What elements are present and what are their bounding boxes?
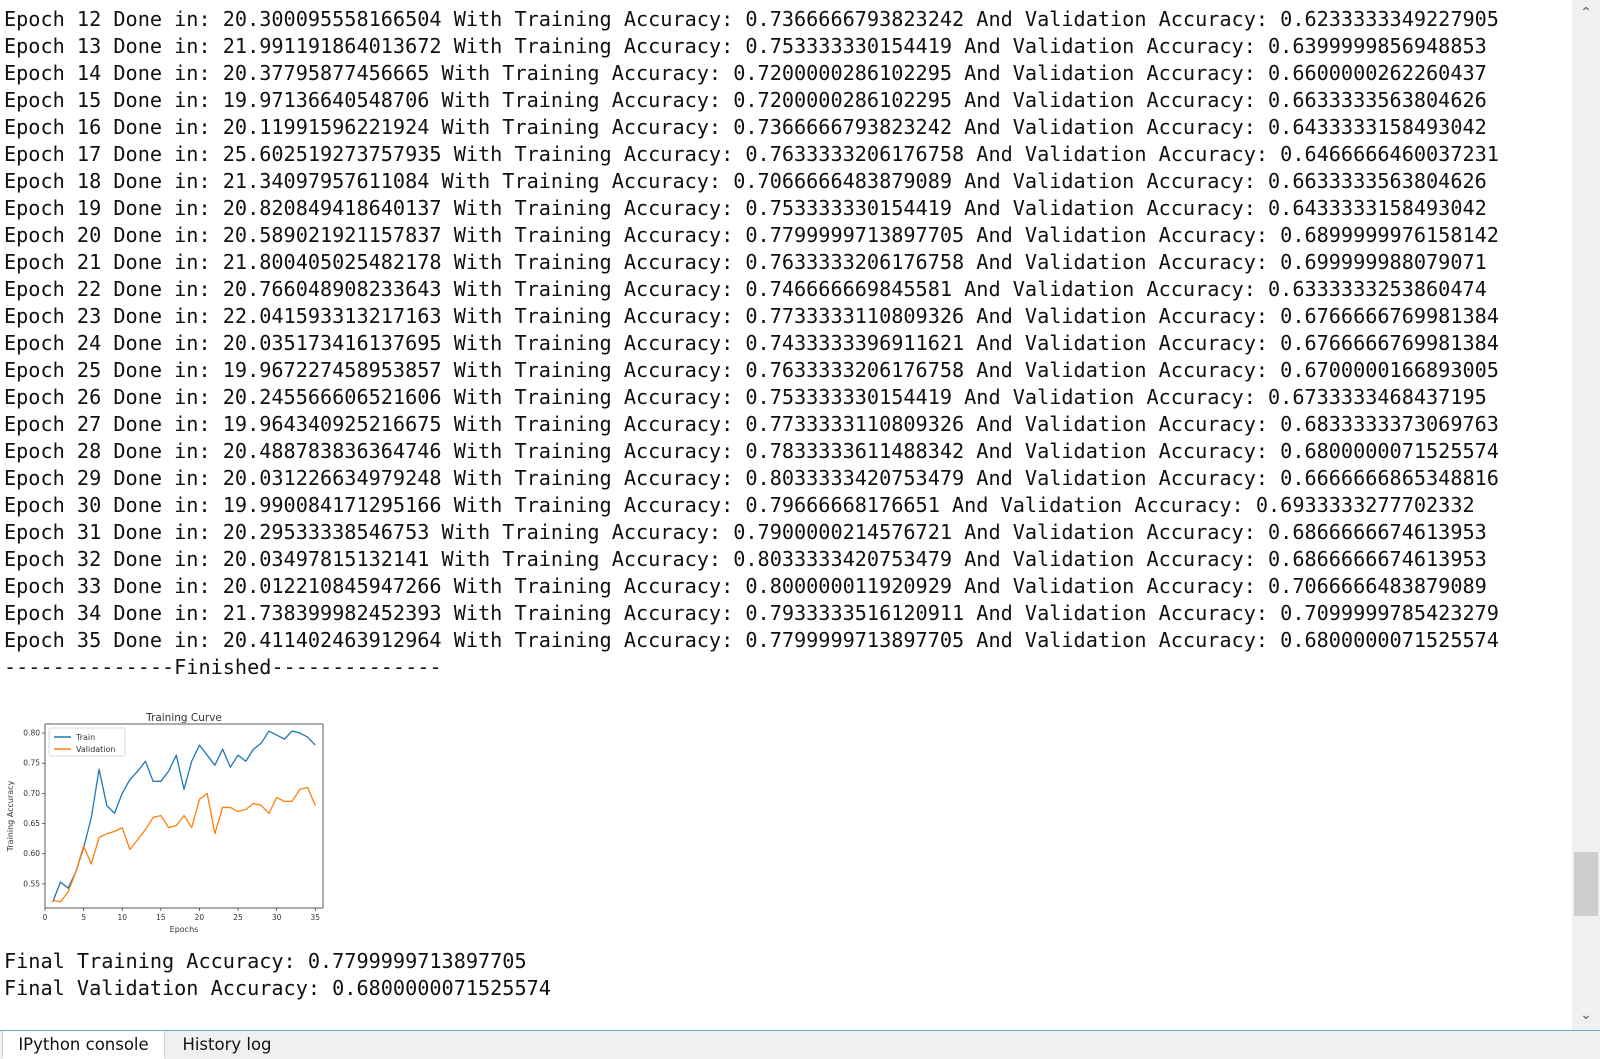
final-results: Final Training Accuracy: 0.7799999713897…	[4, 948, 804, 1002]
x-tick-label: 0	[43, 913, 48, 922]
epoch-line: Epoch 21 Done in: 21.800405025482178 Wit…	[4, 250, 1487, 274]
epoch-line: Epoch 35 Done in: 20.411402463912964 Wit…	[4, 628, 1499, 652]
bottom-tab-bar: IPython console History log	[0, 1030, 1600, 1059]
epoch-line: Epoch 19 Done in: 20.820849418640137 Wit…	[4, 196, 1487, 220]
finished-line: --------------Finished--------------	[4, 655, 442, 679]
final-training-accuracy: Final Training Accuracy: 0.7799999713897…	[4, 949, 527, 973]
chart-title: Training Curve	[145, 712, 222, 724]
tab-history-log[interactable]: History log	[167, 1031, 287, 1059]
epoch-line: Epoch 14 Done in: 20.37795877456665 With…	[4, 61, 1487, 85]
x-tick-label: 20	[195, 913, 205, 922]
y-tick-label: 0.55	[23, 879, 40, 888]
y-tick-label: 0.80	[23, 729, 40, 738]
training-curve-svg: Training Curve 0 5 10 15 20 25 30 35 0.55 0.60 0.65…	[6, 712, 324, 934]
epoch-line: Epoch 16 Done in: 20.11991596221924 With…	[4, 115, 1487, 139]
y-tick-label: 0.65	[23, 819, 40, 828]
final-validation-accuracy: Final Validation Accuracy: 0.68000000715…	[4, 976, 551, 1000]
epoch-line: Epoch 27 Done in: 19.964340925216675 Wit…	[4, 412, 1499, 436]
epoch-line: Epoch 22 Done in: 20.766048908233643 Wit…	[4, 277, 1487, 301]
epoch-line: Epoch 31 Done in: 20.29533338546753 With…	[4, 520, 1487, 544]
y-tick-label: 0.70	[23, 789, 40, 798]
scroll-down-icon[interactable]: ⌄	[1572, 1002, 1600, 1028]
epoch-line: Epoch 18 Done in: 21.34097957611084 With…	[4, 169, 1487, 193]
series-line-validation	[52, 786, 316, 903]
epoch-log: Epoch 12 Done in: 20.300095558166504 Wit…	[4, 6, 1572, 681]
x-tick-label: 25	[233, 913, 243, 922]
y-tick-label: 0.60	[23, 849, 40, 858]
epoch-line: Epoch 15 Done in: 19.97136640548706 With…	[4, 88, 1487, 112]
ipython-console-output[interactable]: Epoch 12 Done in: 20.300095558166504 Wit…	[0, 0, 1572, 1030]
training-curve-plot: Training Curve 0 5 10 15 20 25 30 35 0.55 0.60 0.65…	[4, 712, 334, 944]
y-tick-label: 0.75	[23, 759, 40, 768]
epoch-line: Epoch 26 Done in: 20.245566606521606 Wit…	[4, 385, 1487, 409]
tab-ipython-console[interactable]: IPython console	[2, 1031, 165, 1059]
x-tick-label: 5	[81, 913, 86, 922]
x-tick-label: 35	[311, 913, 321, 922]
legend-label: Validation	[76, 745, 116, 754]
epoch-line: Epoch 23 Done in: 22.041593313217163 Wit…	[4, 304, 1499, 328]
epoch-line: Epoch 12 Done in: 20.300095558166504 Wit…	[4, 7, 1499, 31]
epoch-line: Epoch 20 Done in: 20.589021921157837 Wit…	[4, 223, 1499, 247]
epoch-line: Epoch 13 Done in: 21.991191864013672 Wit…	[4, 34, 1487, 58]
scrollbar-thumb[interactable]	[1574, 852, 1598, 916]
x-axis-label: Epochs	[170, 925, 199, 934]
epoch-line: Epoch 32 Done in: 20.03497815132141 With…	[4, 547, 1487, 571]
x-tick-label: 15	[156, 913, 166, 922]
legend-label: Train	[75, 733, 95, 742]
x-tick-label: 10	[117, 913, 127, 922]
scroll-up-icon[interactable]: ⌃	[1572, 0, 1600, 26]
y-axis-label: Training Accuracy	[6, 780, 15, 852]
epoch-line: Epoch 24 Done in: 20.035173416137695 Wit…	[4, 331, 1499, 355]
epoch-line: Epoch 28 Done in: 20.488783836364746 Wit…	[4, 439, 1499, 463]
spyder-console-pane: Epoch 12 Done in: 20.300095558166504 Wit…	[0, 0, 1600, 1059]
epoch-line: Epoch 34 Done in: 21.738399982452393 Wit…	[4, 601, 1499, 625]
epoch-line: Epoch 29 Done in: 20.031226634979248 Wit…	[4, 466, 1499, 490]
x-tick-label: 30	[272, 913, 282, 922]
epoch-line: Epoch 25 Done in: 19.967227458953857 Wit…	[4, 358, 1499, 382]
epoch-line: Epoch 33 Done in: 20.012210845947266 Wit…	[4, 574, 1487, 598]
epoch-line: Epoch 30 Done in: 19.990084171295166 Wit…	[4, 493, 1475, 517]
epoch-line: Epoch 17 Done in: 25.602519273757935 Wit…	[4, 142, 1499, 166]
vertical-scrollbar[interactable]: ⌃ ⌄	[1572, 0, 1600, 1030]
